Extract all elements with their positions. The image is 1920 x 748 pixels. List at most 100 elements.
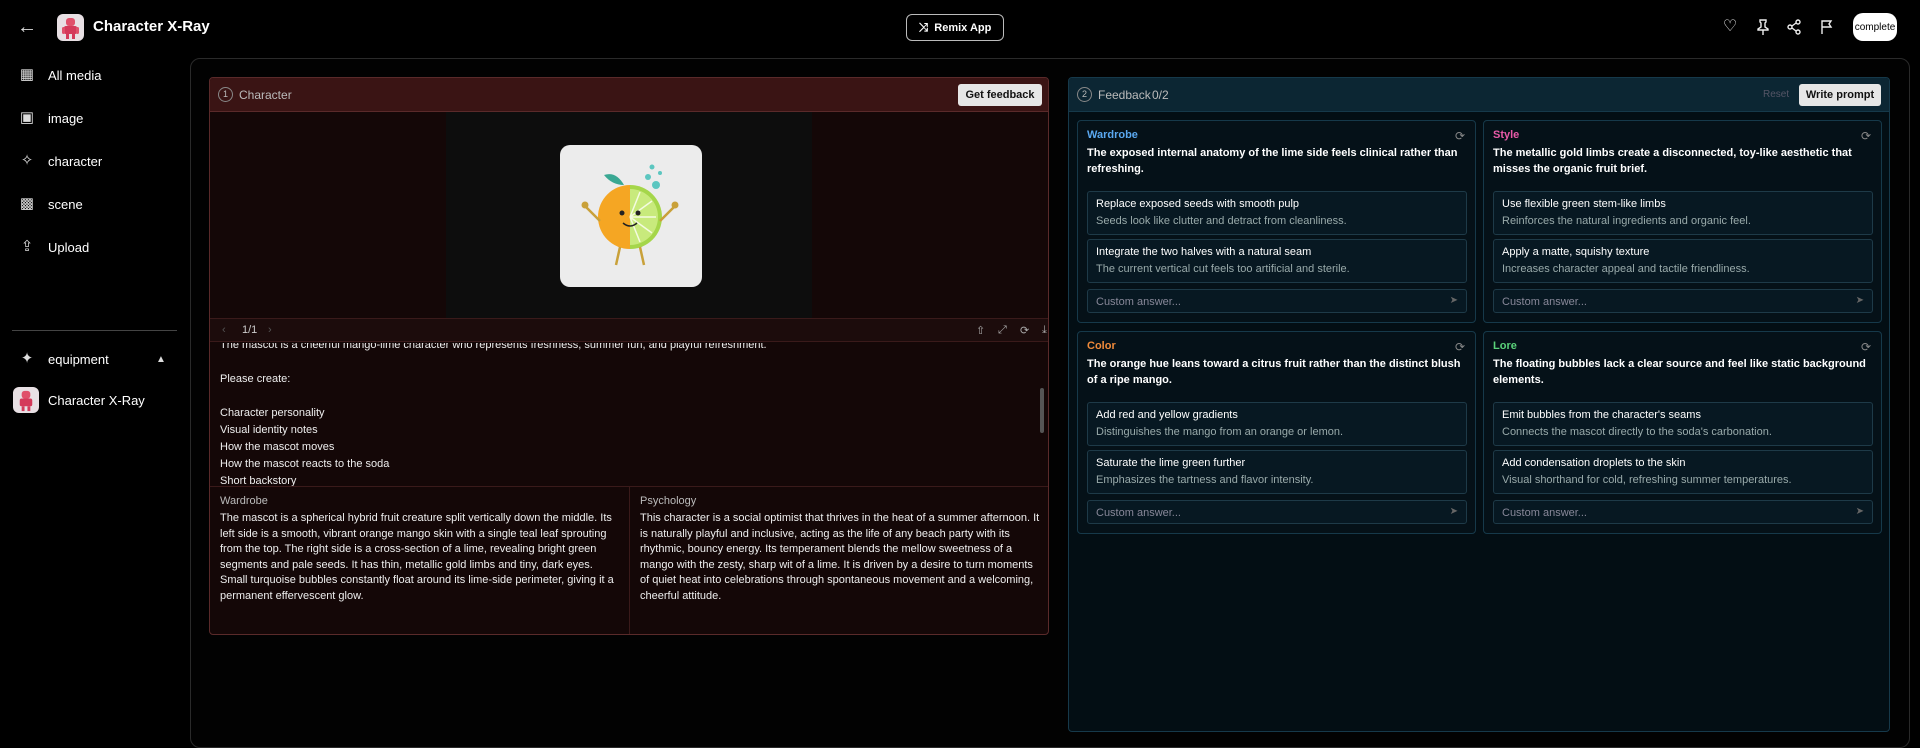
wardrobe-heading: Wardrobe bbox=[220, 495, 268, 507]
psychology-heading: Psychology bbox=[640, 495, 697, 507]
refresh-icon[interactable]: ⟳ bbox=[1861, 129, 1871, 143]
card-category: Color bbox=[1087, 340, 1116, 352]
back-arrow-icon[interactable]: ← bbox=[16, 16, 38, 38]
share-icon[interactable] bbox=[1783, 16, 1805, 38]
card-category: Style bbox=[1493, 129, 1520, 141]
prompt-line: How the mascot moves bbox=[220, 441, 335, 453]
sidebar-item-label: scene bbox=[48, 196, 83, 212]
prompt-line: Character personality bbox=[220, 407, 325, 419]
feedback-option[interactable]: Add condensation droplets to the skin Vi… bbox=[1493, 450, 1873, 494]
reset-button[interactable]: Reset bbox=[1763, 89, 1789, 100]
feedback-panel-title: Feedback bbox=[1098, 88, 1151, 102]
shuffle-icon: ⤨ bbox=[918, 20, 929, 34]
prompt-scrollbar[interactable] bbox=[1040, 388, 1044, 433]
custom-answer-input[interactable] bbox=[1096, 505, 1436, 520]
feedback-panel-header: 2 Feedback 0/2 Reset Write prompt bbox=[1069, 78, 1889, 112]
share-icon[interactable]: ⇧ bbox=[976, 324, 985, 337]
feedback-count: 0/2 bbox=[1152, 88, 1169, 102]
custom-answer-input[interactable] bbox=[1096, 294, 1436, 309]
sidebar-divider bbox=[12, 330, 177, 331]
feedback-option[interactable]: Apply a matte, squishy texture Increases… bbox=[1493, 239, 1873, 283]
upload-folder-icon: ⇪ bbox=[20, 238, 34, 255]
feedback-option[interactable]: Emit bubbles from the character's seams … bbox=[1493, 402, 1873, 446]
feedback-card-lore: Lore ⟳ The floating bubbles lack a clear… bbox=[1483, 331, 1882, 534]
feedback-option[interactable]: Add red and yellow gradients Distinguish… bbox=[1087, 402, 1467, 446]
custom-answer-input[interactable] bbox=[1502, 505, 1842, 520]
option-subtitle: Distinguishes the mango from an orange o… bbox=[1096, 426, 1344, 438]
feedback-option[interactable]: Integrate the two halves with a natural … bbox=[1087, 239, 1467, 283]
feedback-card-wardrobe: Wardrobe ⟳ The exposed internal anatomy … bbox=[1077, 120, 1476, 323]
option-subtitle: Increases character appeal and tactile f… bbox=[1502, 263, 1750, 275]
prompt-line: The mascot is a cheerful mango-lime char… bbox=[220, 343, 767, 351]
heart-icon[interactable]: ♡ bbox=[1719, 16, 1741, 38]
send-icon[interactable]: ➤ bbox=[1450, 506, 1458, 517]
option-title: Replace exposed seeds with smooth pulp bbox=[1096, 198, 1300, 210]
pin-icon[interactable] bbox=[1752, 16, 1774, 38]
grid-icon: ▦ bbox=[19, 66, 35, 83]
prompt-line bbox=[220, 388, 1040, 405]
person-icon: ✧ bbox=[20, 152, 34, 169]
next-arrow-icon[interactable]: › bbox=[268, 324, 272, 336]
card-question: The floating bubbles lack a clear source… bbox=[1493, 358, 1866, 386]
refresh-icon[interactable]: ⟳ bbox=[1455, 129, 1465, 143]
flag-icon[interactable] bbox=[1816, 16, 1838, 38]
custom-answer-field: ➤ bbox=[1493, 500, 1873, 524]
remix-app-button[interactable]: ⤨ Remix App bbox=[906, 14, 1004, 41]
sidebar: ▦ All media ▣ image ✧ character ▩ scene … bbox=[0, 54, 190, 732]
feedback-card-color: Color ⟳ The orange hue leans toward a ci… bbox=[1077, 331, 1476, 534]
custom-answer-field: ➤ bbox=[1087, 289, 1467, 313]
sidebar-item-all-media[interactable]: ▦ All media bbox=[0, 58, 180, 92]
sidebar-item-label: character bbox=[48, 153, 103, 169]
psychology-section: Psychology This character is a social op… bbox=[630, 487, 1048, 634]
sidebar-item-character-x-ray[interactable]: Character X-Ray bbox=[0, 383, 180, 417]
feedback-card-style: Style ⟳ The metallic gold limbs create a… bbox=[1483, 120, 1882, 323]
send-icon[interactable]: ➤ bbox=[1856, 295, 1864, 306]
card-category: Wardrobe bbox=[1087, 129, 1138, 141]
download-icon[interactable]: ⤓ bbox=[1042, 324, 1047, 337]
option-subtitle: Visual shorthand for cold, refreshing su… bbox=[1502, 474, 1792, 486]
option-title: Emit bubbles from the character's seams bbox=[1502, 409, 1701, 421]
expand-icon[interactable]: ⤢ bbox=[998, 324, 1007, 337]
character-panel: 1 Character Get feedback ‹ 1/1 › ⇧ ⤢ ⟳ ⤓… bbox=[209, 77, 1049, 635]
character-image[interactable] bbox=[560, 145, 702, 287]
card-category: Lore bbox=[1493, 340, 1517, 352]
refresh-icon[interactable]: ⟳ bbox=[1861, 340, 1871, 354]
prompt-text-area[interactable]: The mascot is a cheerful mango-lime char… bbox=[210, 343, 1048, 486]
character-details: Wardrobe The mascot is a spherical hybri… bbox=[210, 486, 1048, 634]
prev-arrow-icon[interactable]: ‹ bbox=[222, 324, 226, 336]
sidebar-item-image[interactable]: ▣ image bbox=[0, 101, 180, 135]
option-subtitle: Emphasizes the tartness and flavor inten… bbox=[1096, 474, 1314, 486]
custom-answer-input[interactable] bbox=[1502, 294, 1842, 309]
send-icon[interactable]: ➤ bbox=[1450, 295, 1458, 306]
prompt-line bbox=[220, 354, 1040, 371]
write-prompt-button[interactable]: Write prompt bbox=[1799, 84, 1881, 106]
feedback-option[interactable]: Use flexible green stem-like limbs Reinf… bbox=[1493, 191, 1873, 235]
option-title: Add red and yellow gradients bbox=[1096, 409, 1238, 421]
sidebar-item-upload[interactable]: ⇪ Upload bbox=[0, 230, 180, 264]
custom-answer-field: ➤ bbox=[1087, 500, 1467, 524]
sparkle-icon: ✦ bbox=[20, 350, 34, 367]
custom-answer-field: ➤ bbox=[1493, 289, 1873, 313]
prompt-line: Visual identity notes bbox=[220, 424, 318, 436]
character-image-viewer bbox=[446, 112, 812, 318]
complete-avatar-badge[interactable]: complete bbox=[1853, 13, 1897, 41]
get-feedback-button[interactable]: Get feedback bbox=[958, 84, 1042, 106]
sidebar-item-character[interactable]: ✧ character bbox=[0, 144, 180, 178]
app-logo-icon bbox=[57, 14, 84, 41]
option-title: Use flexible green stem-like limbs bbox=[1502, 198, 1666, 210]
card-question: The exposed internal anatomy of the lime… bbox=[1087, 147, 1458, 175]
refresh-icon[interactable]: ⟳ bbox=[1455, 340, 1465, 354]
sidebar-section-equipment[interactable]: ✦ equipment ▲ bbox=[0, 342, 180, 376]
feedback-option[interactable]: Replace exposed seeds with smooth pulp S… bbox=[1087, 191, 1467, 235]
refresh-icon[interactable]: ⟳ bbox=[1020, 324, 1029, 337]
option-subtitle: Reinforces the natural ingredients and o… bbox=[1502, 215, 1751, 227]
card-question: The metallic gold limbs create a disconn… bbox=[1493, 147, 1852, 175]
send-icon[interactable]: ➤ bbox=[1856, 506, 1864, 517]
option-title: Integrate the two halves with a natural … bbox=[1096, 246, 1312, 258]
feedback-panel: 2 Feedback 0/2 Reset Write prompt Wardro… bbox=[1068, 77, 1890, 732]
chevron-up-icon[interactable]: ▲ bbox=[156, 354, 166, 365]
app-title: Character X-Ray bbox=[93, 18, 210, 35]
feedback-option[interactable]: Saturate the lime green further Emphasiz… bbox=[1087, 450, 1467, 494]
sidebar-item-scene[interactable]: ▩ scene bbox=[0, 187, 180, 221]
step-number: 2 bbox=[1077, 87, 1092, 102]
